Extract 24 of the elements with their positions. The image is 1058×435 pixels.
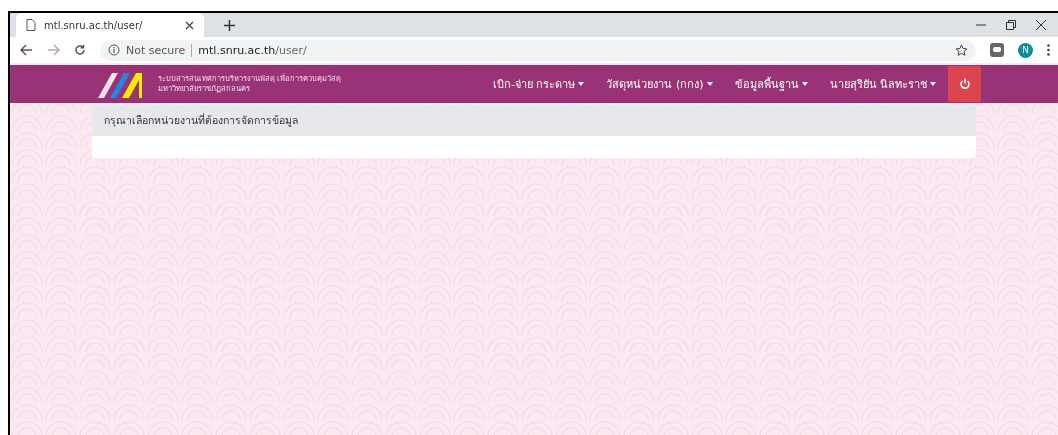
url-text: mtl.snru.ac.th/user/ — [198, 43, 307, 57]
new-tab-icon[interactable] — [224, 19, 235, 31]
back-icon[interactable] — [20, 44, 33, 56]
star-icon[interactable] — [955, 43, 968, 57]
card-heading: กรุณาเลือกหน่วยงานที่ต้องการจัดการข้อมูล — [104, 112, 298, 129]
close-icon[interactable] — [1036, 20, 1046, 30]
restore-icon[interactable] — [1006, 20, 1016, 30]
security-label: Not secure — [126, 43, 186, 57]
extension-icon[interactable] — [990, 43, 1004, 57]
menu-item[interactable]: เบิก-จ่าย กระดาษ — [492, 75, 585, 93]
close-icon[interactable] — [185, 20, 194, 30]
menu-icon[interactable] — [1047, 44, 1050, 56]
address-bar[interactable]: Not secure mtl.snru.ac.th/user/ — [100, 39, 976, 61]
menu-item[interactable]: วัสดุหน่วยงาน (กกง) — [606, 75, 713, 93]
power-icon — [958, 78, 971, 90]
menu-item[interactable]: ข้อมูลพื้นฐาน — [734, 75, 808, 93]
info-icon — [108, 44, 120, 56]
profile-avatar[interactable]: N — [1018, 42, 1033, 58]
logout-button[interactable] — [948, 66, 981, 102]
page-icon — [26, 19, 36, 31]
reload-icon[interactable] — [74, 44, 86, 56]
tab-title: mtl.snru.ac.th/user/ — [44, 19, 144, 31]
menu-item[interactable]: นายสุริยัน นิลทะราช — [829, 75, 936, 93]
browser-tab[interactable]: mtl.snru.ac.th/user/ — [16, 13, 204, 37]
